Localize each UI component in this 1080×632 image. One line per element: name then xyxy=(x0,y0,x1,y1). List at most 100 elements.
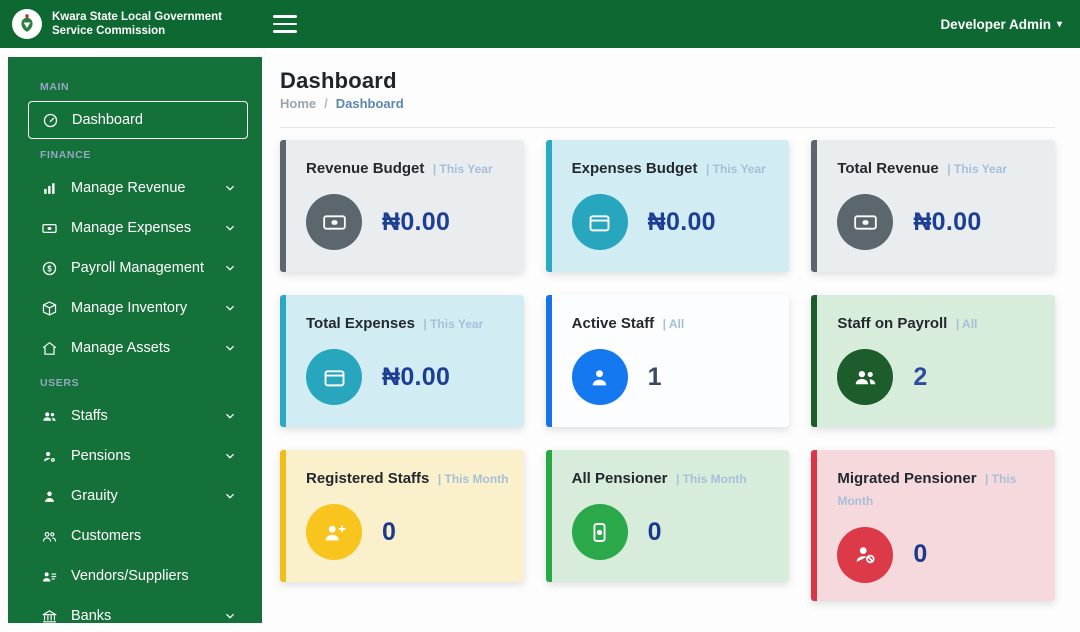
sidebar-item-dashboard[interactable]: Dashboard xyxy=(28,101,248,139)
sidebar-item-manage-assets[interactable]: Manage Assets xyxy=(28,329,248,367)
active-staff-card: Active Staff | All 1 xyxy=(546,295,790,427)
box-icon xyxy=(40,299,58,317)
sidebar-item-label: Manage Expenses xyxy=(71,220,191,236)
main-content: Dashboard Home / Dashboard Revenue Budge… xyxy=(280,60,1055,601)
card-value: 2 xyxy=(913,363,927,392)
sidebar-item-label: Vendors/Suppliers xyxy=(71,568,189,584)
sidebar-item-label: Manage Revenue xyxy=(71,180,185,196)
people-icon xyxy=(837,349,893,405)
sidebar-item-staffs[interactable]: Staffs xyxy=(28,397,248,435)
sidebar-item-label: Customers xyxy=(71,528,141,544)
banknote-icon xyxy=(837,194,893,250)
section-label-main: MAIN xyxy=(40,81,248,93)
card-subtitle: | This Year xyxy=(947,162,1007,176)
sidebar-item-manage-expenses[interactable]: Manage Expenses xyxy=(28,209,248,247)
breadcrumb-separator: / xyxy=(324,96,328,111)
svg-text:$: $ xyxy=(47,264,52,273)
sidebar-item-label: Banks xyxy=(71,608,111,623)
card-subtitle: | This Year xyxy=(433,162,493,176)
sidebar: MAIN Dashboard FINANCE Manage Revenue Ma… xyxy=(8,57,262,623)
person-plus-icon xyxy=(306,504,362,560)
sidebar-item-grauity[interactable]: Grauity xyxy=(28,477,248,515)
coat-of-arms-logo xyxy=(12,9,42,39)
sidebar-item-banks[interactable]: Banks xyxy=(28,597,248,623)
person-icon xyxy=(572,349,628,405)
dollar-circle-icon: $ xyxy=(40,259,58,277)
banknote-icon xyxy=(40,219,58,237)
card-value: ₦0.00 xyxy=(913,208,981,237)
sidebar-item-label: Manage Assets xyxy=(71,340,170,356)
card-value: 0 xyxy=(382,518,396,547)
hamburger-menu-icon[interactable] xyxy=(273,15,297,33)
brand: Kwara State Local Government Service Com… xyxy=(0,9,255,39)
breadcrumb-current: Dashboard xyxy=(336,96,404,111)
card-title: Expenses Budget xyxy=(572,160,698,177)
stat-cards-grid: Revenue Budget | This Year ₦0.00 Expense… xyxy=(280,140,1055,601)
user-menu-label: Developer Admin xyxy=(940,17,1051,32)
chevron-down-icon xyxy=(223,181,238,196)
card-value: ₦0.00 xyxy=(382,208,450,237)
card-value: ₦0.00 xyxy=(382,363,450,392)
top-bar: Kwara State Local Government Service Com… xyxy=(0,0,1080,48)
home-icon xyxy=(40,339,58,357)
sidebar-item-manage-revenue[interactable]: Manage Revenue xyxy=(28,169,248,207)
card-title: Total Revenue xyxy=(837,160,938,177)
card-subtitle: | All xyxy=(663,317,685,331)
card-title: Registered Staffs xyxy=(306,470,429,487)
card-subtitle: | This Year xyxy=(706,162,766,176)
chevron-down-icon xyxy=(223,489,238,504)
card-title: Active Staff xyxy=(572,315,655,332)
sidebar-item-payroll-management[interactable]: $ Payroll Management xyxy=(28,249,248,287)
sidebar-item-label: Staffs xyxy=(71,408,108,424)
sidebar-item-label: Payroll Management xyxy=(71,260,204,276)
sidebar-item-vendors-suppliers[interactable]: Vendors/Suppliers xyxy=(28,557,248,595)
page-title: Dashboard xyxy=(280,68,1055,94)
bank-icon xyxy=(40,607,58,623)
section-label-users: USERS xyxy=(40,377,248,389)
sidebar-item-label: Dashboard xyxy=(72,112,143,128)
migrated-pensioner-card: Migrated Pensioner | This Month 0 xyxy=(811,450,1055,601)
group-icon xyxy=(40,527,58,545)
card-value: ₦0.00 xyxy=(648,208,716,237)
person-icon xyxy=(40,487,58,505)
card-subtitle: | All xyxy=(956,317,978,331)
sidebar-item-customers[interactable]: Customers xyxy=(28,517,248,555)
chevron-down-icon xyxy=(223,261,238,276)
sidebar-item-manage-inventory[interactable]: Manage Inventory xyxy=(28,289,248,327)
section-label-finance: FINANCE xyxy=(40,149,248,161)
banknote-icon xyxy=(306,194,362,250)
chevron-down-icon xyxy=(223,449,238,464)
people-icon xyxy=(40,407,58,425)
breadcrumb-home-link[interactable]: Home xyxy=(280,96,316,111)
total-revenue-card: Total Revenue | This Year ₦0.00 xyxy=(811,140,1055,272)
expenses-budget-card: Expenses Budget | This Year ₦0.00 xyxy=(546,140,790,272)
sidebar-item-pensions[interactable]: Pensions xyxy=(28,437,248,475)
registered-staffs-card: Registered Staffs | This Month 0 xyxy=(280,450,524,582)
chevron-down-icon xyxy=(223,409,238,424)
card-title: Total Expenses xyxy=(306,315,415,332)
breadcrumb: Home / Dashboard xyxy=(280,96,1055,111)
sidebar-item-label: Manage Inventory xyxy=(71,300,187,316)
total-expenses-card: Total Expenses | This Year ₦0.00 xyxy=(280,295,524,427)
all-pensioner-card: All Pensioner | This Month 0 xyxy=(546,450,790,582)
sidebar-item-label: Pensions xyxy=(71,448,131,464)
card-title: All Pensioner xyxy=(572,470,668,487)
chevron-down-icon xyxy=(223,609,238,624)
staff-on-payroll-card: Staff on Payroll | All 2 xyxy=(811,295,1055,427)
chevron-down-icon xyxy=(223,301,238,316)
brand-title: Kwara State Local Government Service Com… xyxy=(52,10,222,39)
revenue-budget-card: Revenue Budget | This Year ₦0.00 xyxy=(280,140,524,272)
person-gear-icon xyxy=(40,447,58,465)
person-list-icon xyxy=(40,567,58,585)
card-subtitle: | This Month xyxy=(676,472,747,486)
card-title: Revenue Budget xyxy=(306,160,424,177)
caret-down-icon: ▾ xyxy=(1057,19,1062,30)
card-title: Migrated Pensioner xyxy=(837,470,976,487)
card-value: 1 xyxy=(648,363,662,392)
content-divider xyxy=(280,127,1055,128)
card-subtitle: | This Year xyxy=(423,317,483,331)
user-menu-dropdown[interactable]: Developer Admin ▾ xyxy=(940,17,1080,32)
chevron-down-icon xyxy=(223,341,238,356)
gauge-icon xyxy=(41,111,59,129)
chevron-down-icon xyxy=(223,221,238,236)
